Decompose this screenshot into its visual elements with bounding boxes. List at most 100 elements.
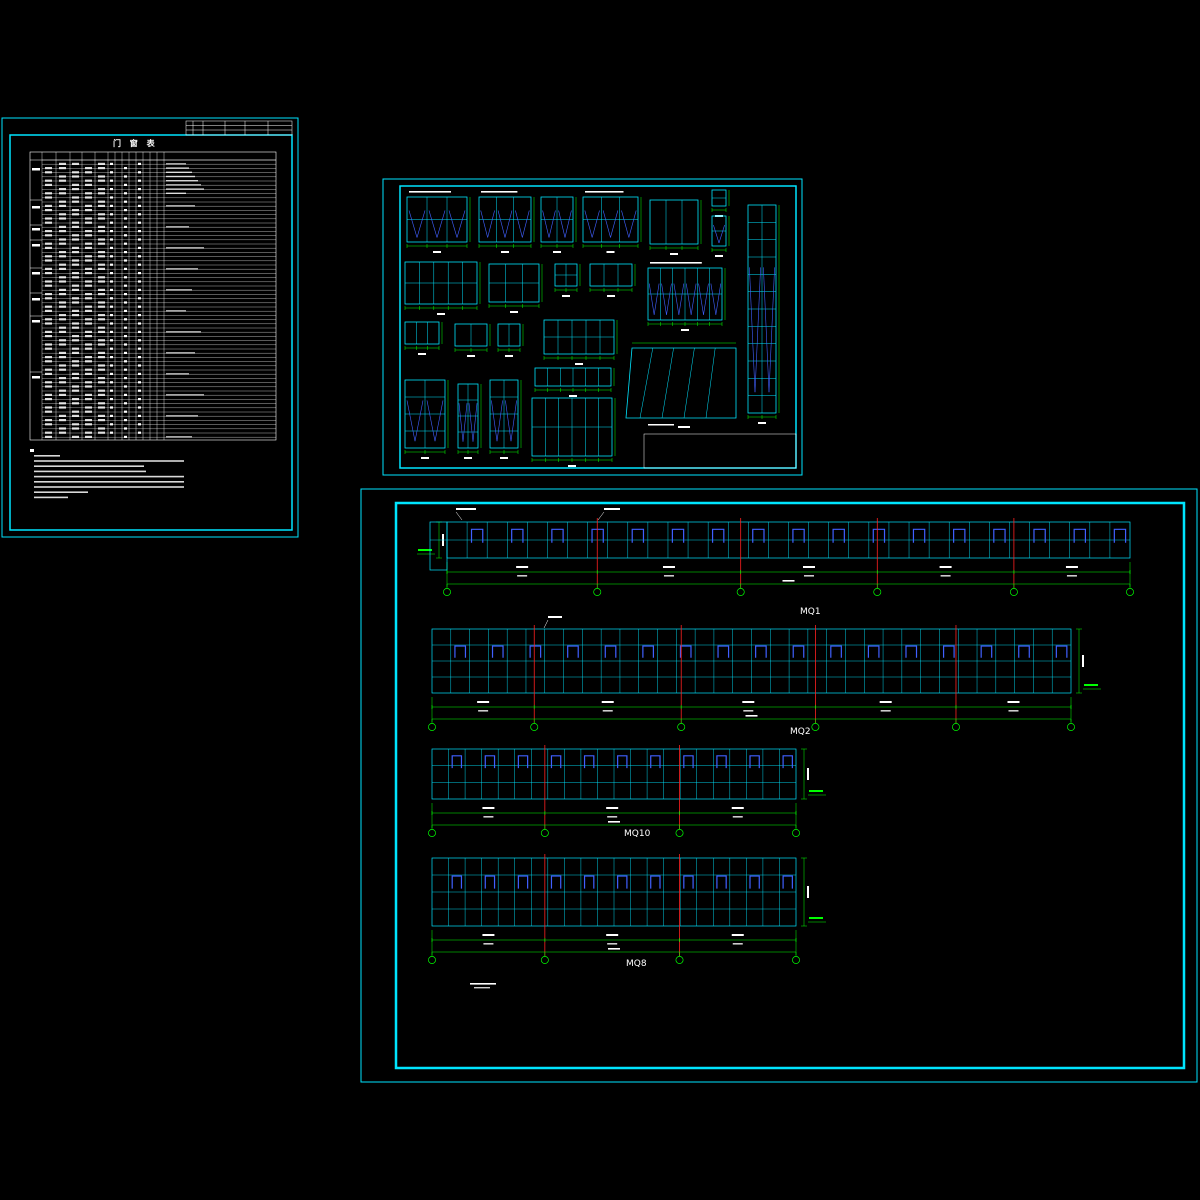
schedule-cell-mark xyxy=(138,221,141,224)
window-label-mark xyxy=(575,363,583,365)
operable-vent xyxy=(1073,528,1086,543)
schedule-cell-mark xyxy=(110,196,113,199)
window-opening-mark xyxy=(436,210,446,238)
operable-vent xyxy=(716,755,727,769)
schedule-cell-mark xyxy=(98,301,105,304)
window-heading-mark xyxy=(481,191,518,193)
schedule-cell-mark xyxy=(85,410,92,413)
grid-axis-bubble xyxy=(736,588,745,596)
schedule-cell-mark xyxy=(72,276,79,279)
schedule-cell-mark xyxy=(138,196,141,199)
schedule-cell-mark xyxy=(45,372,52,375)
operable-vent xyxy=(980,645,993,658)
schedule-remark-mark xyxy=(166,373,189,375)
schedule-cell-mark xyxy=(110,246,113,249)
schedule-cell-mark xyxy=(45,255,52,258)
schedule-cell-mark xyxy=(124,276,127,279)
schedule-cell-mark xyxy=(45,431,52,434)
schedule-cell-mark xyxy=(124,217,127,220)
segment-dimension-mark xyxy=(743,710,754,712)
schedule-category-mark xyxy=(32,168,40,171)
grid-axis-bubble xyxy=(428,723,436,731)
schedule-cell-mark xyxy=(45,318,52,321)
schedule-cell-mark xyxy=(72,385,79,388)
window-label-mark xyxy=(510,311,518,313)
schedule-cell-mark xyxy=(98,377,105,380)
schedule-cell-mark xyxy=(138,238,141,241)
schedule-cell-mark xyxy=(98,213,105,216)
schedule-cell-mark xyxy=(138,364,141,367)
schedule-cell-mark xyxy=(85,230,92,233)
window-opening-mark xyxy=(406,400,416,442)
grid-axis-bubble xyxy=(952,723,960,731)
operable-vent xyxy=(470,528,484,543)
schedule-cell-mark xyxy=(98,280,105,283)
schedule-cell-mark xyxy=(124,301,127,304)
segment-dimension-mark xyxy=(732,943,743,945)
schedule-cell-mark xyxy=(45,385,52,388)
schedule-cell-mark xyxy=(45,330,52,333)
schedule-cell-mark xyxy=(98,419,105,422)
window-opening-mark xyxy=(408,210,418,238)
schedule-cell-mark xyxy=(138,162,141,165)
schedule-cell-mark xyxy=(72,347,79,350)
window-opening-mark xyxy=(480,210,488,238)
operable-vent xyxy=(650,875,661,889)
schedule-cell-mark xyxy=(138,297,141,300)
schedule-cell-mark xyxy=(59,200,66,203)
segment-dimension-mark xyxy=(607,816,618,818)
schedule-cell-mark xyxy=(98,414,105,417)
curtain-wall-elevations xyxy=(417,508,1134,989)
schedule-cell-mark xyxy=(85,335,92,338)
grid-axis-bubble xyxy=(1009,588,1018,596)
elevations-sheet-inner-border xyxy=(394,501,1186,1070)
schedule-cell-mark xyxy=(85,322,92,325)
operable-vent xyxy=(1033,528,1046,543)
callout-label-mark xyxy=(456,508,476,510)
schedule-cell-mark xyxy=(85,255,92,258)
schedule-cell-mark xyxy=(85,293,92,296)
schedule-remark-mark xyxy=(166,171,192,173)
window-opening-mark xyxy=(628,210,637,238)
operable-vent xyxy=(993,528,1006,543)
schedule-cell-mark xyxy=(85,217,92,220)
window-opening-mark xyxy=(653,283,660,315)
schedule-cell-mark xyxy=(85,242,92,245)
window-opening-mark xyxy=(666,283,672,315)
schedule-cell-mark xyxy=(72,410,79,413)
window-label-mark xyxy=(670,253,678,255)
schedule-cell-mark xyxy=(72,402,79,405)
operable-vent xyxy=(782,755,793,769)
schedule-cell-mark xyxy=(110,230,113,233)
schedule-cell-mark xyxy=(85,167,92,170)
schedule-cell-mark xyxy=(45,435,52,438)
schedule-cell-mark xyxy=(59,364,66,367)
overall-dimension-mark xyxy=(608,821,620,823)
operable-vent xyxy=(617,755,628,769)
window-outline xyxy=(404,321,440,345)
schedule-cell-mark xyxy=(85,246,92,249)
schedule-cell-mark xyxy=(85,347,92,350)
elevation-height-mark xyxy=(807,768,809,780)
operable-vent xyxy=(650,755,661,769)
schedule-cell-mark xyxy=(85,356,92,359)
window-opening-mark xyxy=(487,210,495,238)
schedule-cell-mark xyxy=(72,284,79,287)
schedule-cell-mark xyxy=(72,377,79,380)
schedule-cell-mark xyxy=(72,183,79,186)
schedule-cell-mark xyxy=(98,288,105,291)
operable-vent xyxy=(567,645,579,658)
schedule-cell-mark xyxy=(72,314,79,317)
schedule-cell-mark xyxy=(72,221,79,224)
window-label-mark xyxy=(505,355,513,357)
schedule-cell-mark xyxy=(85,209,92,212)
schedule-cell-mark xyxy=(59,162,66,165)
schedule-cell-mark xyxy=(59,406,66,409)
schedule-cell-mark xyxy=(98,393,105,396)
grid-axis-bubble xyxy=(1126,588,1134,596)
schedule-cell-mark xyxy=(45,322,52,325)
schedule-cell-mark xyxy=(59,431,66,434)
schedule-cell-mark xyxy=(138,263,141,266)
schedule-cell-mark xyxy=(85,385,92,388)
window-opening-mark xyxy=(510,400,517,442)
